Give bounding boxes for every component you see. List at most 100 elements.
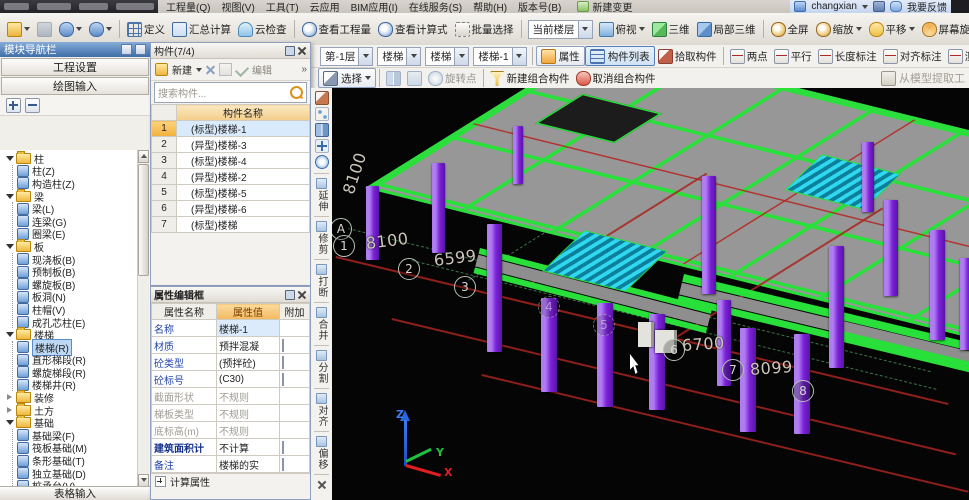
new-change-button[interactable]: 新建变更 <box>577 0 632 13</box>
break-button[interactable]: 打断 <box>314 264 329 298</box>
rotate-icon[interactable] <box>314 155 329 169</box>
attach-checkbox[interactable] <box>282 440 284 454</box>
zoom-view-icon[interactable]: 缩放 <box>813 20 865 39</box>
pick-component-icon[interactable]: 拾取构件 <box>655 47 720 66</box>
dropdown-楼梯-1[interactable]: 楼梯-1 <box>473 46 527 66</box>
pin-icon[interactable] <box>285 289 295 300</box>
print-icon[interactable] <box>873 1 885 12</box>
menu-item-0[interactable]: 工程量(Q) <box>166 0 210 13</box>
component-row[interactable]: 1 (标型)楼梯-1 <box>151 120 310 137</box>
property-value[interactable]: 楼梯-1 <box>216 319 280 337</box>
component-row[interactable]: 2 (异型)楼梯-3 <box>151 136 310 153</box>
collapse-icon[interactable] <box>6 155 14 162</box>
collapse-icon[interactable] <box>6 331 14 338</box>
cloud-check-icon[interactable]: 云检查 <box>235 20 290 39</box>
menu-item-7[interactable]: 版本号(B) <box>518 0 561 13</box>
copy-icon[interactable] <box>314 107 329 121</box>
merge-button[interactable]: 合并 <box>314 307 329 341</box>
user-name[interactable]: changxian <box>811 1 857 12</box>
property-value[interactable]: 楼梯的实 <box>216 455 280 473</box>
component-row[interactable]: 3 (标型)楼梯-4 <box>151 152 310 169</box>
property-value[interactable]: (C30) <box>216 370 280 388</box>
summary-calc-icon[interactable]: 汇总计算 <box>169 20 234 39</box>
view-quantity-icon[interactable]: 查看工程量 <box>299 20 375 39</box>
pin-icon[interactable] <box>285 45 295 56</box>
scrollbar-thumb[interactable] <box>138 164 149 276</box>
redo-icon[interactable] <box>86 20 115 39</box>
component-row[interactable]: 5 (标型)楼梯-5 <box>151 184 310 201</box>
menu-item-6[interactable]: 帮助(H) <box>473 0 507 13</box>
close-icon[interactable] <box>135 44 146 55</box>
attribute-icon-button[interactable]: 属性 <box>535 46 585 66</box>
tree-folder-2[interactable]: 板 <box>6 238 150 254</box>
rotate-point-icon[interactable]: 旋转点 <box>425 69 480 88</box>
select-cursor-icon-button[interactable]: 选择 <box>318 68 376 88</box>
two-point-dim-icon[interactable]: 两点 <box>727 47 771 66</box>
menu-item-4[interactable]: BIM应用(I) <box>351 0 398 13</box>
chevron-down-icon[interactable] <box>511 47 526 65</box>
component-name[interactable]: (异型)楼梯-2 <box>176 168 310 185</box>
component-row[interactable]: 4 (异型)楼梯-2 <box>151 168 310 185</box>
tree-folder-6[interactable]: 基础 <box>6 415 150 430</box>
tree-folder-4[interactable]: 装修 <box>6 390 150 405</box>
menu-item-2[interactable]: 工具(T) <box>266 0 299 13</box>
cancel-combo-icon[interactable]: 取消组合构件 <box>573 69 659 88</box>
component-name[interactable]: (标型)楼梯-1 <box>176 120 310 137</box>
property-value[interactable]: 不规则 <box>216 404 280 422</box>
scroll-up-icon[interactable] <box>138 150 149 163</box>
align-dim-icon[interactable]: 对齐标注 <box>880 47 945 66</box>
component-row[interactable]: 7 (标型)楼梯 <box>151 216 310 233</box>
mirror-tool-icon[interactable] <box>383 69 404 88</box>
pan-view-icon[interactable]: 平移 <box>866 20 918 39</box>
calc-properties-row[interactable]: 计算属性 <box>151 473 310 489</box>
property-value[interactable]: 不规则 <box>216 387 280 405</box>
property-value[interactable]: 不计算 <box>216 438 280 456</box>
split-button[interactable]: 分割 <box>314 350 329 384</box>
parallel-dim-icon[interactable]: 平行 <box>771 47 815 66</box>
expand-icon[interactable] <box>6 406 13 414</box>
menu-item-1[interactable]: 视图(V) <box>221 0 254 13</box>
tree-folder-1[interactable]: 梁 <box>6 188 150 204</box>
property-value[interactable]: 预拌混凝 <box>216 336 280 354</box>
feedback-icon[interactable] <box>890 1 902 12</box>
new-component-caret[interactable] <box>196 67 202 72</box>
draw-icon[interactable] <box>314 91 329 105</box>
dropdown-楼梯[interactable]: 楼梯 <box>425 46 470 66</box>
attach-checkbox[interactable] <box>282 457 284 471</box>
component-row[interactable]: 6 (异型)楼梯-6 <box>151 200 310 217</box>
tab-project-settings[interactable]: 工程设置 <box>1 58 149 76</box>
screen-rotate-icon[interactable]: 屏幕旋转 <box>919 20 969 39</box>
extend-button[interactable]: 延伸 <box>314 178 329 212</box>
batch-select-icon[interactable]: 批量选择 <box>452 20 517 39</box>
collapse-all-button[interactable] <box>25 98 40 113</box>
delete-component-icon[interactable] <box>206 65 215 74</box>
save-icon[interactable] <box>34 20 55 39</box>
align-button[interactable]: 对齐 <box>314 393 329 427</box>
model-viewport[interactable]: 8100 8100 6599 6700 8099 A 1 2 3 4 5 6 7 8 Z Y X <box>332 88 969 500</box>
view-formula-icon[interactable]: 查看计算式 <box>375 20 451 39</box>
undo-icon[interactable] <box>56 20 85 39</box>
copy-component-icon[interactable] <box>219 63 232 76</box>
collapse-icon[interactable] <box>6 243 14 250</box>
property-value[interactable]: (预拌砼) <box>216 353 280 371</box>
close-icon[interactable] <box>298 46 307 55</box>
close-icon[interactable] <box>318 481 326 489</box>
extract-quantity-button[interactable]: 从模型提取工 <box>881 70 965 86</box>
tab-table-input[interactable]: 表格输入 <box>0 486 150 500</box>
tab-drawing-input[interactable]: 绘图输入 <box>1 77 149 95</box>
tree-folder-0[interactable]: 柱 <box>6 150 150 166</box>
menu-item-3[interactable]: 云应用 <box>310 0 340 13</box>
define-icon[interactable]: 定义 <box>124 20 168 39</box>
dropdown-第-1层[interactable]: 第-1层 <box>320 46 374 66</box>
component-name[interactable]: (标型)楼梯 <box>176 216 310 233</box>
expand-icon[interactable] <box>6 394 13 401</box>
component-name[interactable]: (标型)楼梯-5 <box>176 184 310 201</box>
component-list-icon-button[interactable]: 构件列表 <box>584 46 655 66</box>
offset-button[interactable]: 偏移 <box>314 436 329 470</box>
trim-button[interactable]: 修剪 <box>314 221 329 255</box>
chevron-down-icon[interactable] <box>577 20 592 38</box>
feedback-label[interactable]: 我要反馈 <box>907 0 947 13</box>
component-name[interactable]: (标型)楼梯-4 <box>176 152 310 169</box>
dropdown-当前楼层[interactable]: 当前楼层 <box>527 19 593 39</box>
dropdown-楼梯[interactable]: 楼梯 <box>377 46 422 66</box>
